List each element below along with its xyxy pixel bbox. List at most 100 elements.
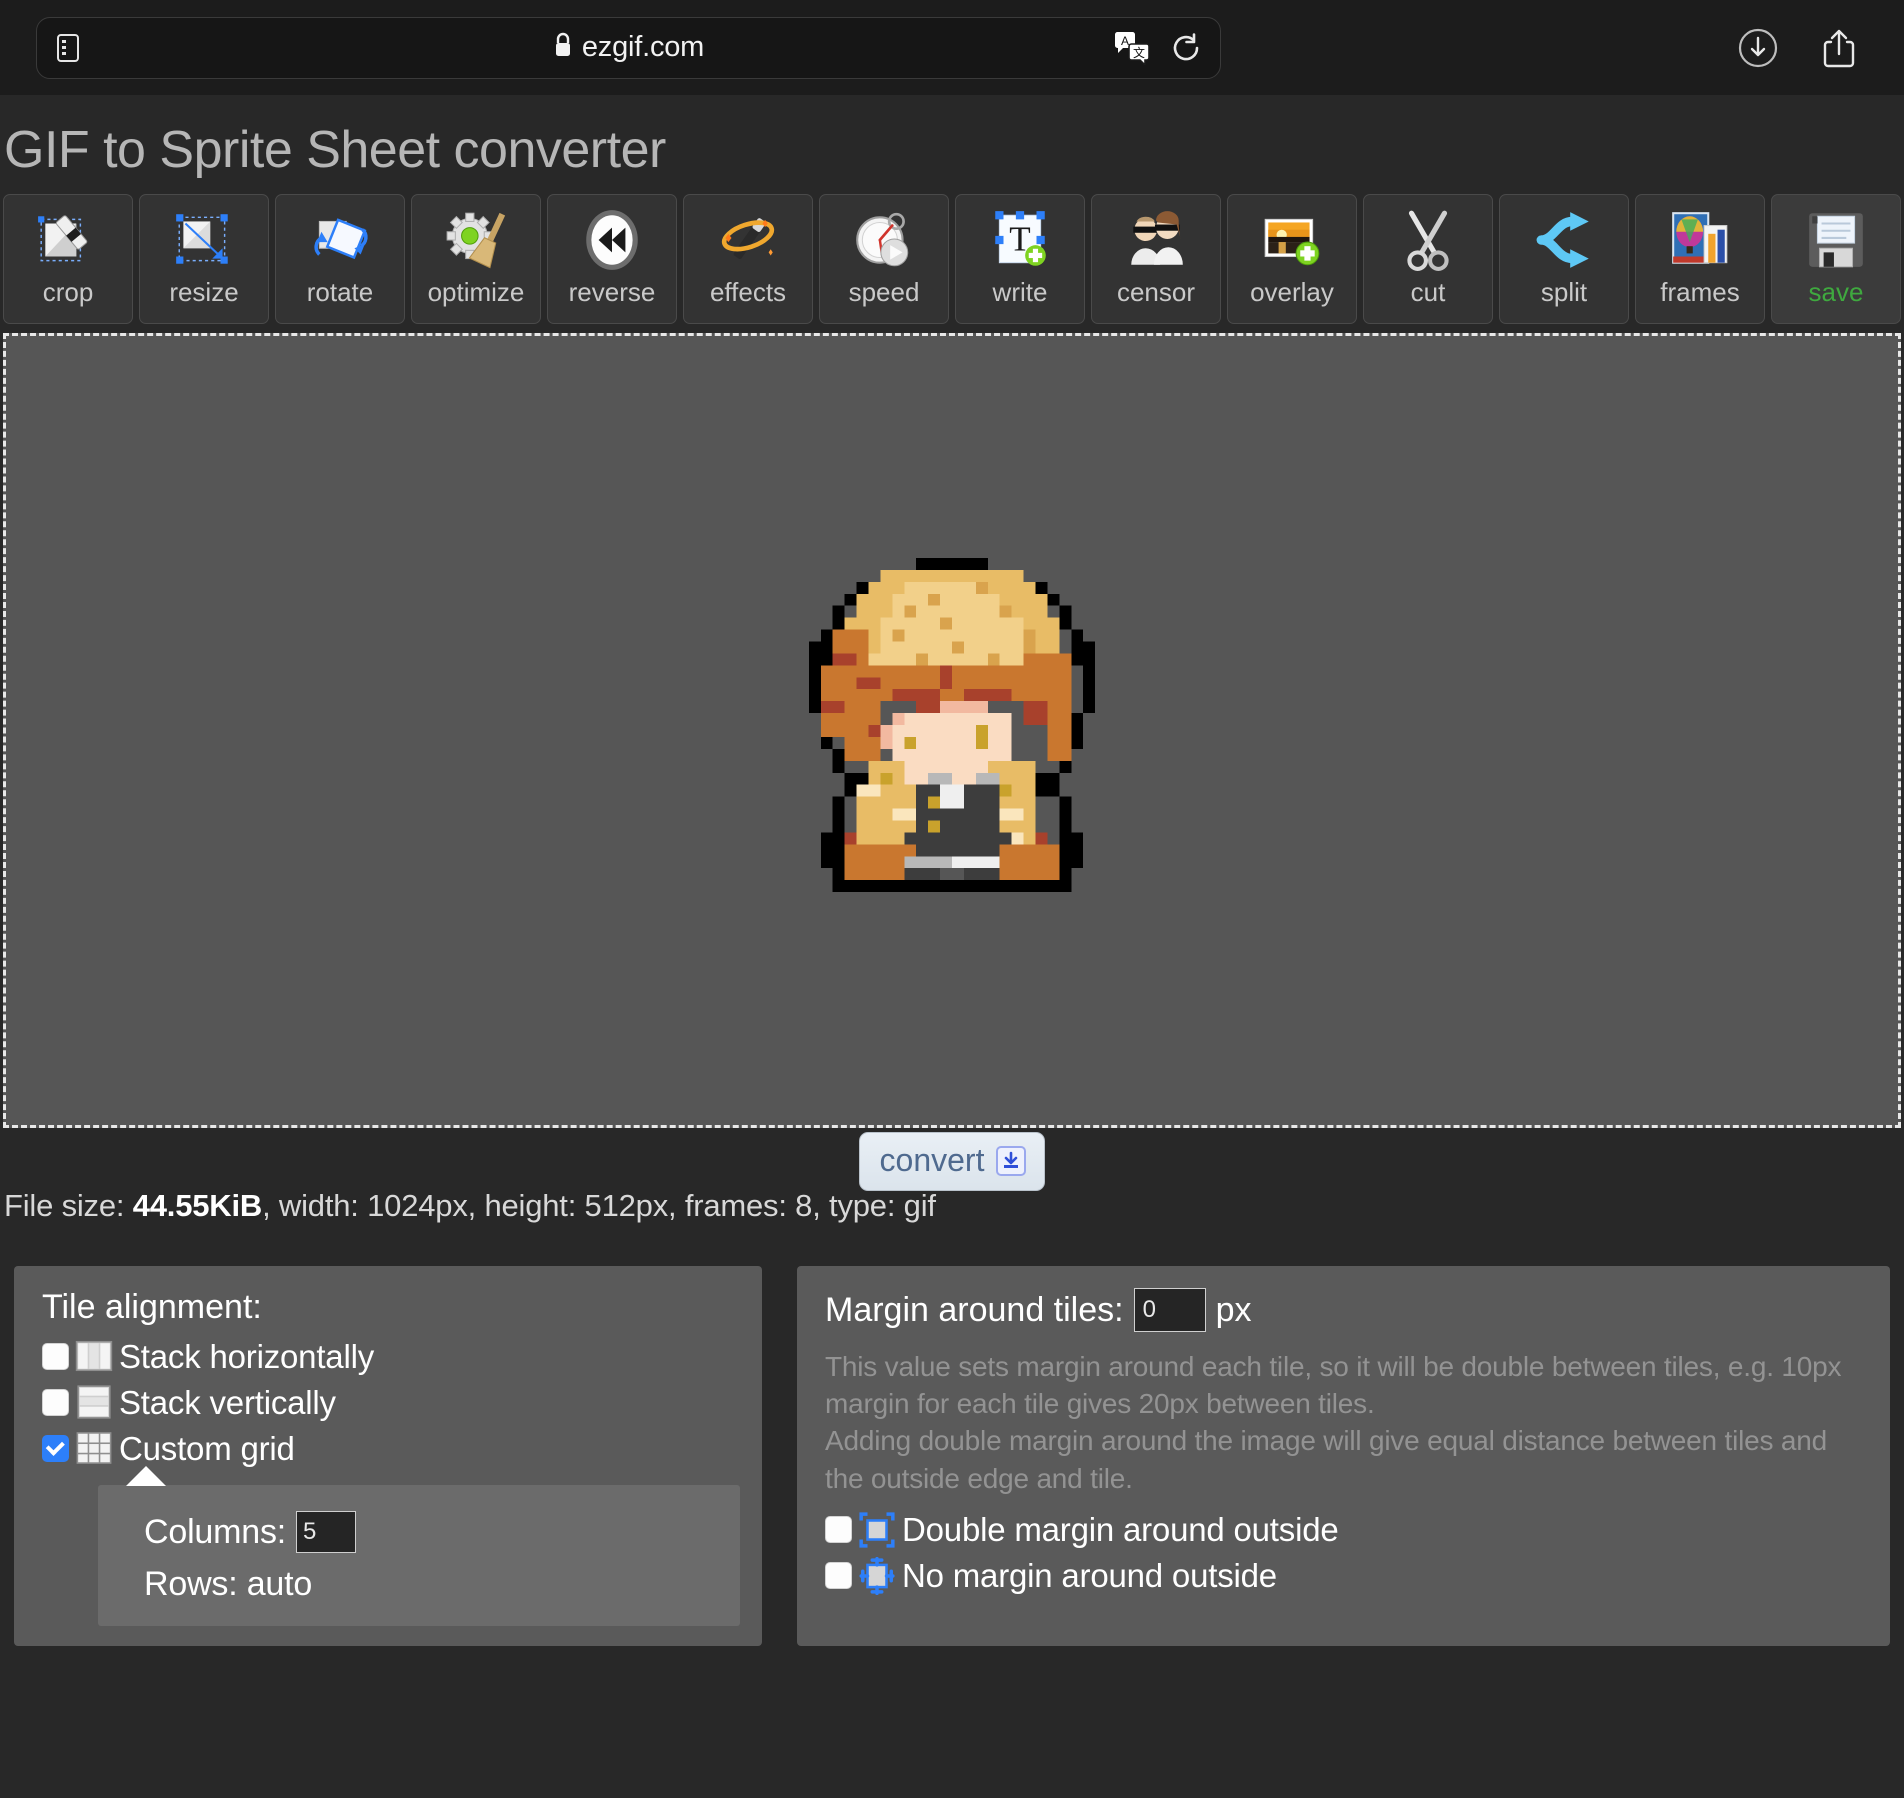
frames-icon	[1672, 212, 1728, 264]
cut-icon	[1407, 210, 1449, 271]
checkbox-custom-grid[interactable]	[42, 1434, 69, 1462]
tool-censor[interactable]: censor	[1091, 194, 1221, 324]
checkbox-no-margin[interactable]	[825, 1562, 852, 1590]
no-margin-icon	[859, 1556, 895, 1595]
checkbox-stack-horizontally[interactable]	[42, 1342, 69, 1370]
tool-frames[interactable]: frames	[1635, 194, 1765, 324]
option-label: Double margin around outside	[902, 1511, 1339, 1549]
censor-icon	[1131, 211, 1183, 265]
convert-row: convert	[0, 1128, 1904, 1191]
tool-label: frames	[1660, 277, 1740, 307]
tool-label: speed	[848, 277, 920, 307]
tool-label: reverse	[568, 277, 656, 307]
downloads-icon[interactable]	[1738, 28, 1778, 68]
stack-vertical-icon	[77, 1385, 111, 1419]
tool-label: optimize	[427, 277, 525, 307]
tool-overlay[interactable]: overlay	[1227, 194, 1357, 324]
page-title: GIF to Sprite Sheet converter	[4, 121, 666, 179]
tool-save[interactable]: save	[1771, 194, 1901, 324]
checkbox-double-margin[interactable]	[825, 1516, 852, 1544]
tool-effects[interactable]: effects	[683, 194, 813, 324]
resize-icon	[176, 214, 228, 264]
option-double-margin[interactable]: Double margin around outside	[825, 1511, 1868, 1549]
margin-help-text: This value sets margin around each tile,…	[825, 1348, 1868, 1497]
tool-label: rotate	[306, 277, 374, 307]
url-text: ezgif.com	[581, 31, 705, 63]
option-label: No margin around outside	[902, 1557, 1277, 1595]
address-bar[interactable]: ezgif.com A 文	[36, 16, 1221, 79]
file-size-value: 44.55KiB	[132, 1188, 263, 1223]
page-body: GIF to Sprite Sheet converter crop resiz…	[0, 95, 1904, 1798]
file-info-rest: , width: 1024px, height: 512px, frames: …	[262, 1188, 936, 1223]
reverse-icon	[586, 210, 638, 270]
custom-grid-icon	[76, 1432, 112, 1464]
tile-alignment-title: Tile alignment:	[42, 1288, 262, 1326]
option-stack-vertically[interactable]: Stack vertically	[42, 1383, 740, 1421]
tool-label: censor	[1116, 277, 1196, 307]
rows-row: Rows: auto	[144, 1565, 740, 1604]
tool-label: cut	[1410, 277, 1446, 307]
option-no-margin[interactable]: No margin around outside	[825, 1556, 1868, 1595]
file-info-prefix: File size:	[4, 1188, 133, 1223]
double-margin-icon	[859, 1512, 895, 1548]
crop-icon	[38, 215, 88, 262]
option-label: Custom grid	[119, 1429, 295, 1467]
lock-icon	[553, 32, 573, 63]
browser-toolbar: ezgif.com A 文	[0, 0, 1904, 95]
split-icon	[1536, 212, 1589, 268]
margin-row: Margin around tiles: px	[825, 1288, 1868, 1332]
speed-icon	[856, 212, 909, 267]
tool-cut[interactable]: cut	[1363, 194, 1493, 324]
tool-label: crop	[42, 277, 94, 307]
url-display: ezgif.com	[37, 31, 1220, 64]
overlay-icon	[1264, 218, 1320, 266]
write-icon: T	[995, 211, 1046, 266]
tool-write[interactable]: T write	[955, 194, 1085, 324]
tile-alignment-panel: Tile alignment: Stack horizontally Stack…	[14, 1266, 762, 1646]
margin-input[interactable]	[1133, 1288, 1206, 1332]
option-stack-horizontally[interactable]: Stack horizontally	[42, 1337, 740, 1375]
sprite-preview-image	[808, 557, 1096, 892]
tool-rotate[interactable]: rotate	[275, 194, 405, 324]
effects-icon	[721, 218, 775, 260]
option-label: Stack vertically	[119, 1383, 336, 1421]
columns-row: Columns:	[144, 1511, 740, 1553]
tool-label: save	[1808, 277, 1864, 307]
share-icon[interactable]	[1820, 27, 1858, 69]
reload-icon[interactable]	[1170, 32, 1202, 64]
convert-button-label: convert	[879, 1142, 985, 1178]
margin-help-line-2: Adding double margin around the image wi…	[825, 1425, 1827, 1494]
option-custom-grid[interactable]: Custom grid	[42, 1429, 740, 1467]
margin-unit: px	[1215, 1290, 1252, 1329]
rows-label: Rows: auto	[144, 1565, 313, 1603]
tool-speed[interactable]: speed	[819, 194, 949, 324]
tool-label: write	[992, 277, 1048, 307]
tool-crop[interactable]: crop	[3, 194, 133, 324]
columns-input[interactable]	[296, 1511, 357, 1553]
download-badge-icon	[996, 1145, 1027, 1176]
margin-title: Margin around tiles:	[825, 1290, 1124, 1329]
tool-label: overlay	[1250, 277, 1334, 307]
svg-text:A: A	[1121, 34, 1129, 48]
reader-view-icon[interactable]	[55, 33, 81, 63]
tool-optimize[interactable]: optimize	[411, 194, 541, 324]
convert-button[interactable]: convert	[858, 1132, 1046, 1191]
checkbox-stack-vertically[interactable]	[42, 1388, 69, 1416]
tool-label: effects	[709, 277, 787, 307]
tool-resize[interactable]: resize	[139, 194, 269, 324]
tool-label: resize	[169, 277, 239, 307]
rotate-icon	[314, 218, 368, 260]
options-panels: Tile alignment: Stack horizontally Stack…	[0, 1224, 1904, 1646]
stack-horizontal-icon	[75, 1340, 113, 1372]
tool-reverse[interactable]: reverse	[547, 194, 677, 324]
tool-label: split	[1540, 277, 1588, 307]
margin-help-line-1: This value sets margin around each tile,…	[825, 1351, 1842, 1420]
translate-icon[interactable]: A 文	[1114, 31, 1150, 65]
save-icon	[1809, 213, 1863, 268]
image-preview-canvas[interactable]	[3, 333, 1901, 1128]
svg-text:文: 文	[1133, 45, 1145, 60]
optimize-icon	[446, 212, 506, 269]
option-label: Stack horizontally	[119, 1337, 375, 1375]
custom-grid-settings: Columns: Rows: auto	[98, 1466, 740, 1626]
tool-split[interactable]: split	[1499, 194, 1629, 324]
